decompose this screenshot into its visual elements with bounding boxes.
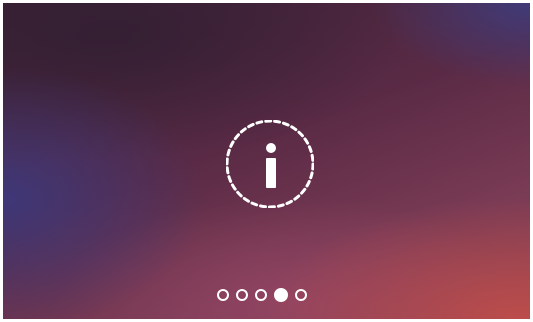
page-dot-5[interactable] — [295, 289, 307, 301]
page-dot-3[interactable] — [255, 289, 267, 301]
page-dot-2[interactable] — [236, 289, 248, 301]
page-dot-4[interactable] — [274, 288, 288, 302]
page-dot-1[interactable] — [217, 289, 229, 301]
slideshow-screen — [3, 3, 530, 319]
info-icon[interactable] — [226, 120, 314, 208]
page-indicator — [217, 287, 307, 303]
